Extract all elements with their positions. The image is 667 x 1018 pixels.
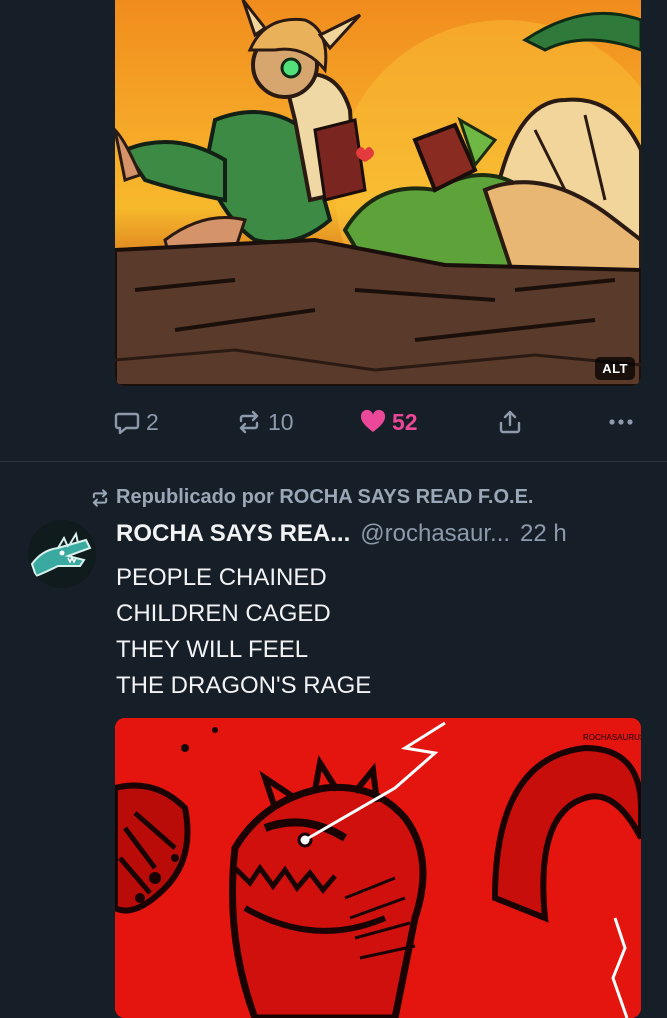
post-header: ROCHA SAYS REA... @rochasaur... 22 h [116, 520, 646, 548]
alt-text-badge[interactable]: ALT [595, 357, 635, 380]
reply-button[interactable]: 2 [114, 408, 159, 436]
post-text-line: CHILDREN CAGED [116, 600, 331, 627]
dragon-avatar-image [28, 520, 96, 588]
repost-count: 10 [268, 408, 294, 435]
more-options-button[interactable] [607, 408, 635, 436]
reply-count: 2 [146, 408, 159, 435]
post-text-line: PEOPLE CHAINED [116, 564, 327, 591]
post-timestamp[interactable]: 22 h [520, 520, 567, 548]
post-image-illustration[interactable]: ALT [115, 0, 641, 386]
post-text-line: THE DRAGON'S RAGE [116, 672, 372, 699]
dragon-artwork: ROCHASAURUSREX [115, 718, 641, 1018]
illustration-artwork [115, 0, 641, 386]
heart-icon [360, 409, 386, 432]
repost-button[interactable]: 10 [236, 408, 294, 436]
author-avatar[interactable] [28, 520, 96, 588]
speech-bubble-icon [114, 412, 140, 435]
feed-post-previous: ALT 2 10 52 [0, 0, 667, 461]
author-display-name[interactable]: ROCHA SAYS REA... [116, 520, 350, 548]
repost-arrows-icon [239, 410, 259, 434]
post-text: PEOPLE CHAINED CHILDREN CAGED THEY WILL … [116, 560, 646, 704]
post-divider [0, 461, 667, 462]
like-count: 52 [392, 408, 418, 435]
author-handle[interactable]: @rochasaur... [360, 520, 510, 548]
artist-watermark: ROCHASAURUSREX [583, 733, 641, 742]
repost-label: Republicado por ROCHA SAYS READ F.O.E. [116, 486, 534, 508]
repost-arrows-icon [92, 488, 108, 507]
share-button[interactable] [497, 408, 523, 436]
ellipsis-icon [609, 419, 633, 425]
like-button[interactable]: 52 [360, 408, 418, 436]
post-text-line: THEY WILL FEEL [116, 636, 309, 663]
post-actions-bar: 2 10 52 [0, 400, 667, 444]
share-upload-icon [499, 410, 521, 434]
repost-indicator[interactable]: Republicado por ROCHA SAYS READ F.O.E. [90, 486, 533, 509]
post-image-dragon[interactable]: ROCHASAURUSREX [115, 718, 641, 1018]
